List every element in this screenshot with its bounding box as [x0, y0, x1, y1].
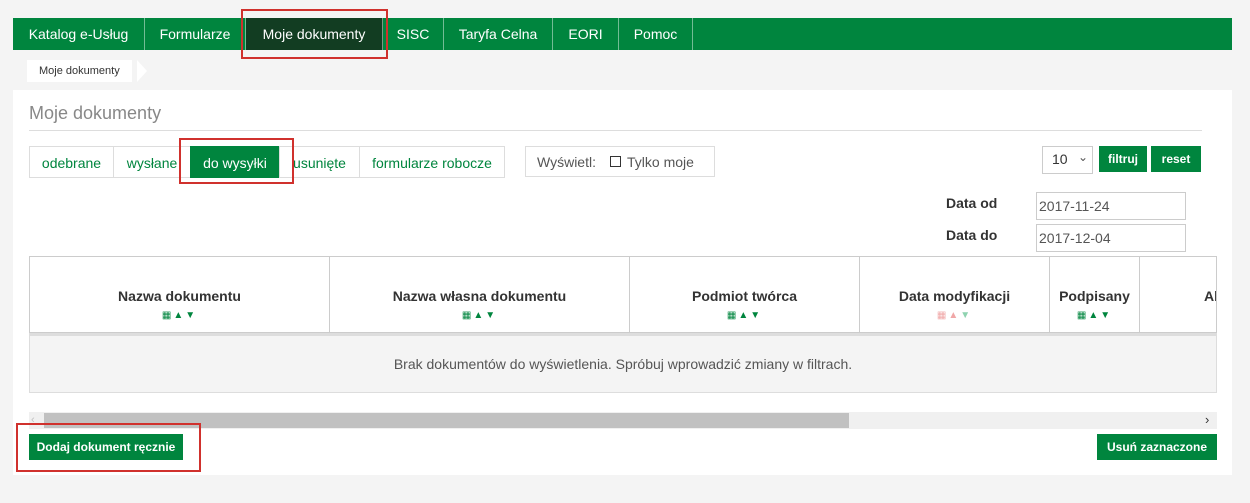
scroll-right-icon[interactable]: › — [1205, 412, 1209, 427]
sort-up-icon[interactable]: ▲ — [738, 310, 750, 321]
column-label: Data modyfikacji — [898, 288, 1011, 304]
delete-selected-button[interactable]: Usuń zaznaczone — [1097, 434, 1217, 460]
sort-up-icon[interactable]: ▲ — [173, 310, 185, 321]
nav-item-eori[interactable]: EORI — [553, 18, 619, 50]
column-header-nazwa-wlasna: Nazwa własna dokumentu ▦▲▼ — [330, 257, 630, 332]
column-label: Podpisany — [1059, 288, 1130, 304]
grid-icon[interactable]: ▦ — [1077, 310, 1088, 321]
tab-usuniete[interactable]: usunięte — [279, 146, 360, 178]
table-header: Nazwa dokumentu ▦▲▼ Nazwa własna dokumen… — [29, 256, 1217, 333]
date-from-label: Data od — [946, 195, 998, 211]
sort-down-icon[interactable]: ▼ — [960, 310, 972, 321]
top-navigation-bar: Katalog e-Usług Formularze Moje dokument… — [13, 18, 1232, 50]
reset-button[interactable]: reset — [1151, 146, 1201, 172]
show-label: Wyświetl: — [537, 154, 596, 170]
breadcrumb-bar — [13, 52, 1232, 90]
column-label: Nazwa dokumentu — [118, 288, 241, 304]
column-header-nazwa-dokumentu: Nazwa dokumentu ▦▲▼ — [30, 257, 330, 332]
tab-odebrane[interactable]: odebrane — [29, 146, 114, 178]
column-label: Nazwa własna dokumentu — [392, 288, 567, 304]
nav-item-pomoc[interactable]: Pomoc — [619, 18, 693, 50]
date-from-input[interactable]: 2017-11-24 — [1036, 192, 1186, 220]
column-header-podpisany: Podpisany ▦▲▼ — [1050, 257, 1140, 332]
page-size-value: 10 — [1052, 151, 1068, 167]
grid-icon[interactable]: ▦ — [162, 310, 173, 321]
grid-icon[interactable]: ▦ — [937, 310, 948, 321]
only-mine-checkbox[interactable] — [610, 156, 621, 167]
nav-item-formularze[interactable]: Formularze — [145, 18, 246, 50]
sort-down-icon[interactable]: ▼ — [185, 310, 197, 321]
sort-up-icon[interactable]: ▲ — [473, 310, 485, 321]
scrollbar-thumb[interactable] — [44, 413, 849, 428]
add-document-button[interactable]: Dodaj dokument ręcznie — [29, 434, 183, 460]
sort-down-icon[interactable]: ▼ — [750, 310, 762, 321]
nav-item-katalog[interactable]: Katalog e-Usług — [13, 18, 145, 50]
nav-item-sisc[interactable]: SISC — [383, 18, 444, 50]
grid-icon[interactable]: ▦ — [462, 310, 473, 321]
grid-icon[interactable]: ▦ — [727, 310, 738, 321]
nav-item-taryfa-celna[interactable]: Taryfa Celna — [444, 18, 553, 50]
scroll-left-icon[interactable]: ‹ — [31, 414, 35, 426]
date-to-input[interactable]: 2017-12-04 — [1036, 224, 1186, 252]
breadcrumb[interactable]: Moje dokumenty — [27, 60, 132, 82]
column-header-akcje: Ak — [1140, 257, 1216, 332]
tab-wyslane[interactable]: wysłane — [113, 146, 191, 178]
sort-down-icon[interactable]: ▼ — [485, 310, 497, 321]
sort-up-icon[interactable]: ▲ — [1088, 310, 1100, 321]
breadcrumb-arrow — [137, 60, 147, 82]
tab-formularze-robocze[interactable]: formularze robocze — [359, 146, 505, 178]
only-mine-label[interactable]: Tylko moje — [627, 154, 694, 170]
sort-down-icon[interactable]: ▼ — [1100, 310, 1112, 321]
date-to-label: Data do — [946, 227, 998, 243]
column-header-podmiot-tworca: Podmiot twórca ▦▲▼ — [630, 257, 860, 332]
nav-item-moje-dokumenty[interactable]: Moje dokumenty — [246, 18, 383, 50]
empty-message: Brak dokumentów do wyświetlenia. Spróbuj… — [393, 356, 853, 372]
chevron-down-icon: ⌄ — [1078, 150, 1089, 164]
column-header-data-modyfikacji: Data modyfikacji ▦▲▼ — [860, 257, 1050, 332]
tab-do-wysylki[interactable]: do wysyłki — [190, 146, 280, 178]
column-label: Podmiot twórca — [691, 288, 797, 304]
sort-up-icon[interactable]: ▲ — [948, 310, 960, 321]
page-title: Moje dokumenty — [29, 103, 162, 123]
column-label: Ak — [1204, 288, 1216, 304]
title-divider — [29, 130, 1202, 131]
filter-button[interactable]: filtruj — [1099, 146, 1147, 172]
